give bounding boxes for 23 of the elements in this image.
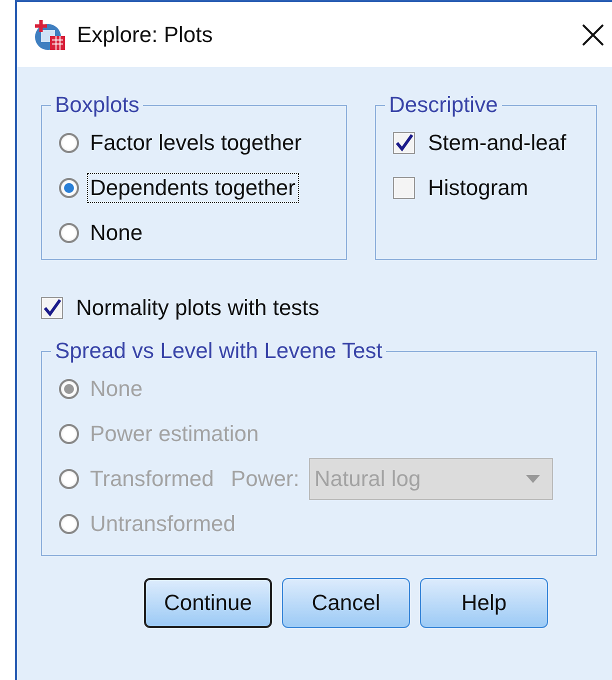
radio-button[interactable]: [59, 222, 79, 242]
window-title: Explore: Plots: [77, 22, 214, 48]
power-label: Power:: [230, 466, 300, 492]
dialog-button[interactable]: Continue: [144, 578, 272, 628]
radio-label[interactable]: None: [87, 218, 146, 248]
dialog-button[interactable]: Help: [420, 578, 548, 628]
checkbox[interactable]: [41, 296, 63, 318]
group-legend: Boxplots: [51, 92, 144, 118]
dialog-button[interactable]: Cancel: [282, 578, 410, 628]
checkbox-label[interactable]: Normality plots with tests: [73, 292, 322, 322]
checkbox-label[interactable]: Histogram: [425, 172, 532, 202]
radio-label[interactable]: Dependents together: [87, 172, 298, 202]
checkbox-label[interactable]: Stem-and-leaf: [425, 128, 570, 158]
radio-button[interactable]: [59, 132, 79, 152]
group-legend: Spread vs Level with Levene Test: [51, 338, 386, 364]
checkbox[interactable]: [393, 132, 415, 154]
app-icon: [33, 18, 67, 52]
radio-button[interactable]: [59, 178, 79, 198]
checkbox[interactable]: [393, 176, 415, 198]
radio-label[interactable]: Factor levels together: [87, 128, 305, 158]
caret-icon: [526, 474, 540, 482]
group-legend: Descriptive: [385, 92, 502, 118]
close-icon[interactable]: [582, 24, 604, 46]
